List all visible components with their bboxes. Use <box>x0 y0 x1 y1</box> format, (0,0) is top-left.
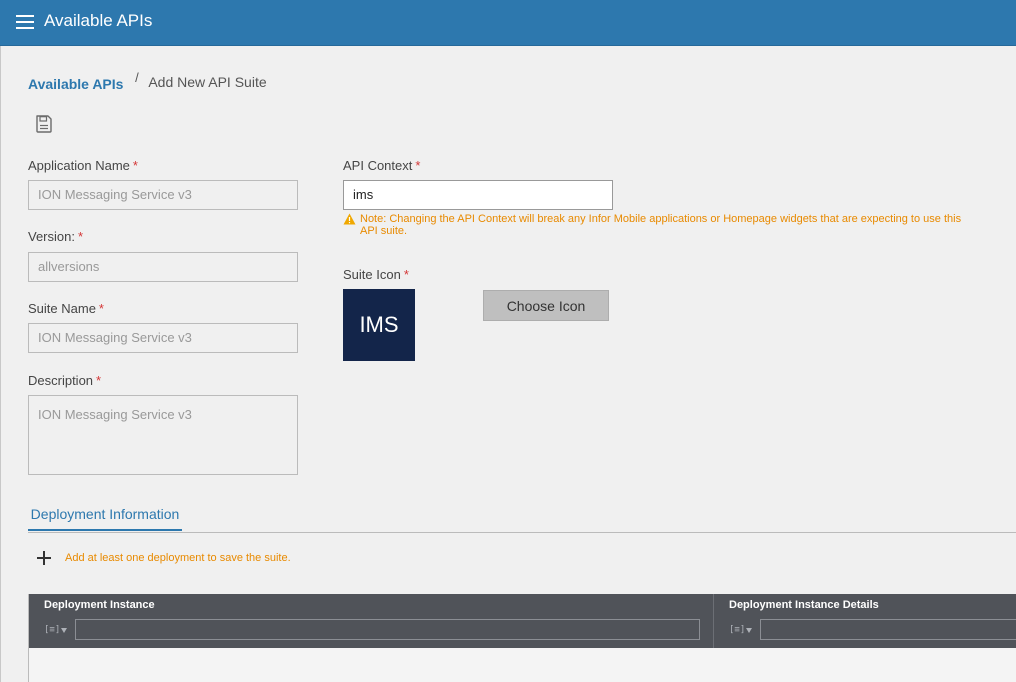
breadcrumb-current: Add New API Suite <box>148 74 267 90</box>
deployment-instance-filter-input[interactable] <box>75 619 700 640</box>
save-button[interactable] <box>34 114 54 134</box>
version-field[interactable]: allversions <box>28 252 298 282</box>
filter-icon: [≡] <box>44 625 61 635</box>
hamburger-menu-icon[interactable] <box>16 15 34 29</box>
deployment-details-filter-input[interactable] <box>760 619 1016 640</box>
app-header: Available APIs <box>0 0 1016 46</box>
api-context-warning: Note: Changing the API Context will brea… <box>343 213 963 237</box>
column-title: Deployment Instance <box>44 599 155 611</box>
save-icon <box>36 115 52 133</box>
required-marker: * <box>132 158 138 173</box>
application-name-label: Application Name * <box>28 158 138 173</box>
suite-icon-label: Suite Icon * <box>343 267 409 282</box>
column-deployment-instance: Deployment Instance [≡] <box>29 594 714 648</box>
suite-name-field[interactable]: ION Messaging Service v3 <box>28 323 298 353</box>
choose-icon-button[interactable]: Choose Icon <box>483 290 609 321</box>
left-divider <box>0 46 1 682</box>
plus-icon[interactable] <box>36 550 52 566</box>
deployment-hint: Add at least one deployment to save the … <box>65 552 291 564</box>
column-title: Deployment Instance Details <box>729 599 879 611</box>
grid-header: Deployment Instance [≡] Deployment Insta… <box>29 594 1016 648</box>
breadcrumb-separator: / <box>135 70 139 85</box>
app-title: Available APIs <box>44 11 153 30</box>
suite-icon-preview: IMS <box>343 289 415 361</box>
chevron-down-icon <box>746 628 752 633</box>
deployment-grid: Deployment Instance [≡] Deployment Insta… <box>28 594 1016 682</box>
tab-divider <box>28 532 1016 533</box>
chevron-down-icon <box>61 628 67 633</box>
required-marker: * <box>77 229 84 244</box>
required-marker: * <box>403 267 409 282</box>
filter-button[interactable]: [≡] <box>44 624 70 638</box>
required-marker: * <box>415 158 421 173</box>
suite-name-label: Suite Name * <box>28 301 104 316</box>
required-marker: * <box>96 373 102 388</box>
filter-button[interactable]: [≡] <box>729 624 755 638</box>
tab-deployment-information[interactable]: Deployment Information <box>28 503 182 531</box>
required-marker: * <box>98 301 104 316</box>
api-context-note-text: Note: Changing the API Context will brea… <box>360 213 962 237</box>
api-context-label: API Context * <box>343 158 421 173</box>
description-field[interactable]: ION Messaging Service v3 <box>28 395 298 475</box>
breadcrumb: Available APIs / Add New API Suite <box>28 70 267 92</box>
application-name-field[interactable]: ION Messaging Service v3 <box>28 180 298 210</box>
warning-icon <box>343 213 356 225</box>
description-label: Description * <box>28 373 102 388</box>
filter-icon: [≡] <box>729 625 746 635</box>
version-label: Version: * <box>28 229 84 244</box>
api-context-input[interactable]: ims <box>343 180 613 210</box>
column-deployment-instance-details: Deployment Instance Details [≡] <box>714 594 1016 648</box>
breadcrumb-link-available-apis[interactable]: Available APIs <box>28 76 123 92</box>
